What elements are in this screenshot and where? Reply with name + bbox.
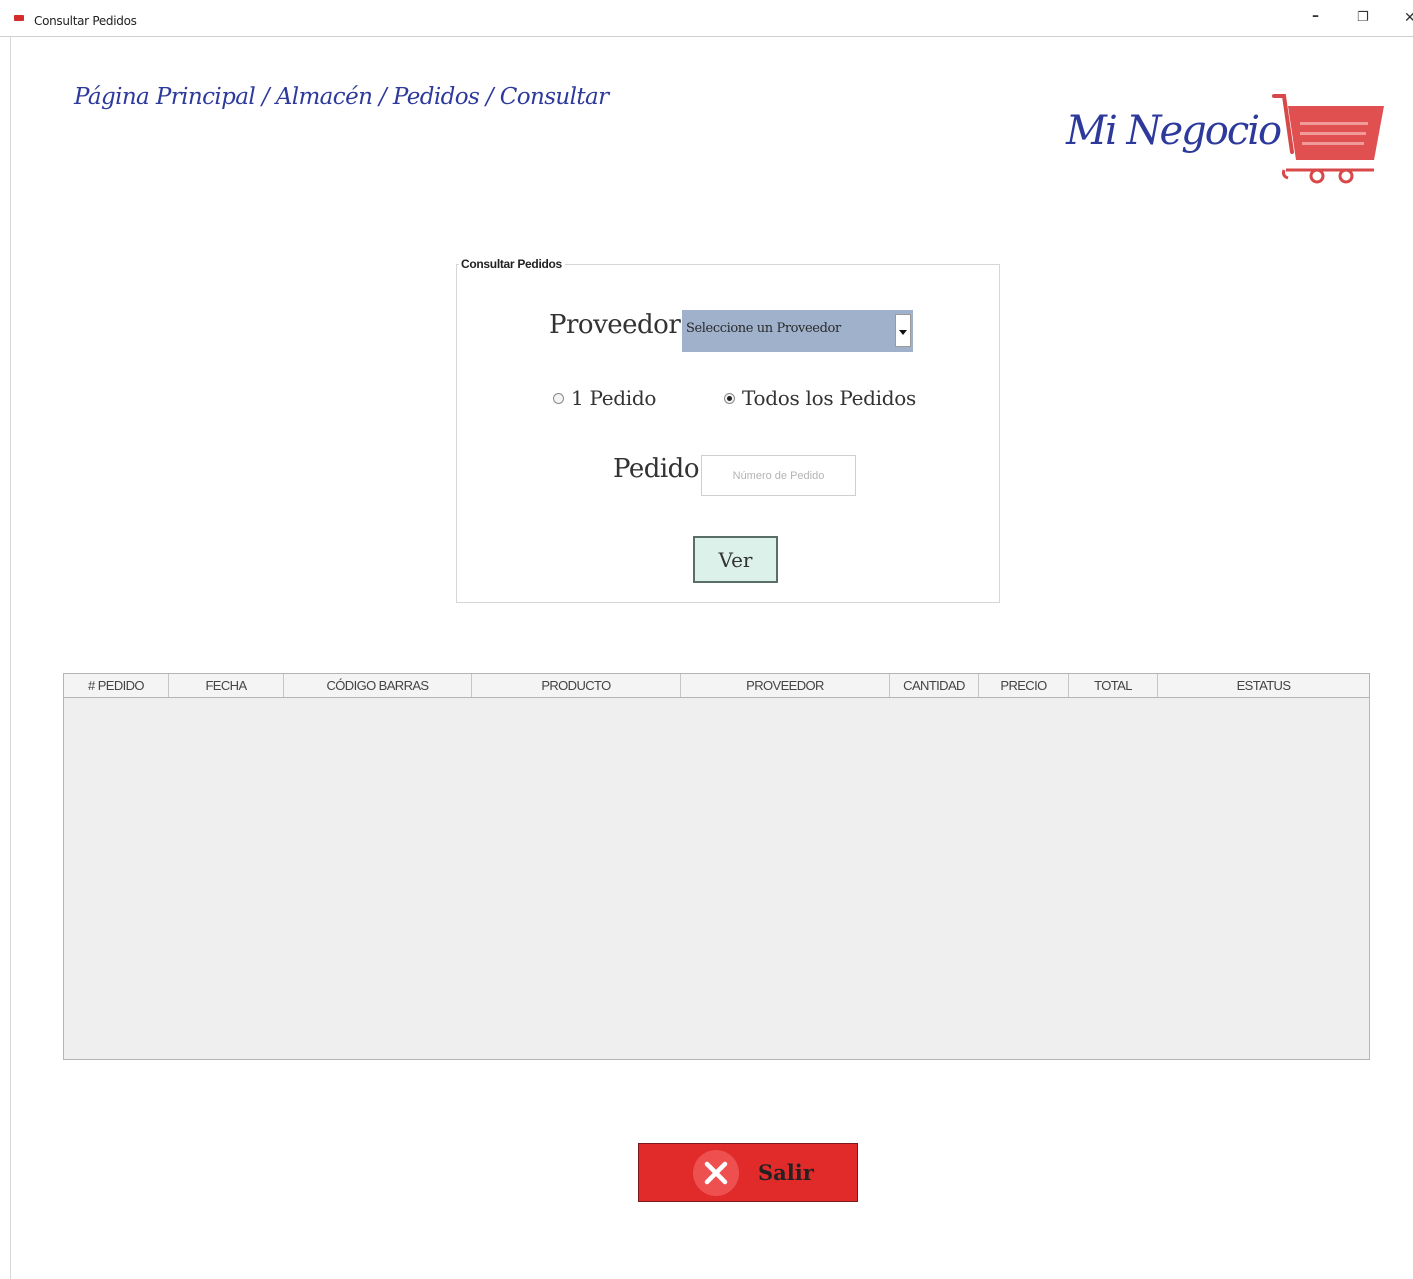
close-x-icon	[693, 1150, 739, 1196]
table-body[interactable]	[64, 698, 1369, 1059]
logo-text: Mi Negocio	[1066, 108, 1282, 154]
salir-label: Salir	[758, 1160, 814, 1185]
pedido-label: Pedido:	[613, 454, 708, 484]
column-header-proveedor[interactable]: PROVEEDOR	[681, 674, 890, 697]
proveedor-select-value: Seleccione un Proveedor	[686, 321, 841, 336]
maximize-button[interactable]: ❐	[1357, 10, 1369, 25]
radio-one-order-label: 1 Pedido	[571, 386, 657, 410]
radio-all-orders[interactable]: Todos los Pedidos	[724, 386, 916, 410]
column-header-codigo-barras[interactable]: CÓDIGO BARRAS	[284, 674, 472, 697]
radio-one-order-circle[interactable]	[553, 392, 564, 404]
proveedor-select[interactable]: Seleccione un Proveedor	[682, 310, 913, 352]
group-title: Consultar Pedidos	[459, 257, 565, 271]
close-button[interactable]: ✕	[1404, 10, 1413, 26]
radio-one-order[interactable]: 1 Pedido	[553, 386, 656, 410]
dropdown-button[interactable]	[895, 314, 911, 347]
ver-button[interactable]: Ver	[693, 536, 778, 583]
salir-button[interactable]: Salir	[638, 1143, 858, 1202]
table-header: # PEDIDO FECHA CÓDIGO BARRAS PRODUCTO PR…	[64, 674, 1369, 698]
column-header-precio[interactable]: PRECIO	[979, 674, 1069, 697]
radio-all-orders-label: Todos los Pedidos	[742, 386, 916, 410]
radio-all-orders-circle[interactable]	[724, 392, 735, 404]
column-header-producto[interactable]: PRODUCTO	[472, 674, 681, 697]
pedido-number-input[interactable]	[701, 455, 856, 496]
title-bar: Consultar Pedidos – ❐ ✕	[0, 0, 1413, 37]
main-window: Consultar Pedidos – ❐ ✕ Página Principal…	[0, 0, 1413, 1279]
shopping-cart-icon	[1270, 88, 1390, 188]
column-header-estatus[interactable]: ESTATUS	[1158, 674, 1369, 697]
column-header-cantidad[interactable]: CANTIDAD	[890, 674, 979, 697]
minimize-button[interactable]: –	[1312, 8, 1319, 24]
proveedor-label: Proveedor:	[549, 310, 689, 340]
column-header-total[interactable]: TOTAL	[1069, 674, 1158, 697]
app-icon	[14, 15, 24, 21]
window-border	[10, 37, 11, 1279]
window-title: Consultar Pedidos	[34, 14, 137, 28]
orders-table[interactable]: # PEDIDO FECHA CÓDIGO BARRAS PRODUCTO PR…	[63, 673, 1370, 1060]
column-header-pedido[interactable]: # PEDIDO	[64, 674, 169, 697]
column-header-fecha[interactable]: FECHA	[169, 674, 284, 697]
breadcrumb: Página Principal / Almacén / Pedidos / C…	[74, 84, 609, 110]
chevron-down-icon	[899, 330, 907, 335]
